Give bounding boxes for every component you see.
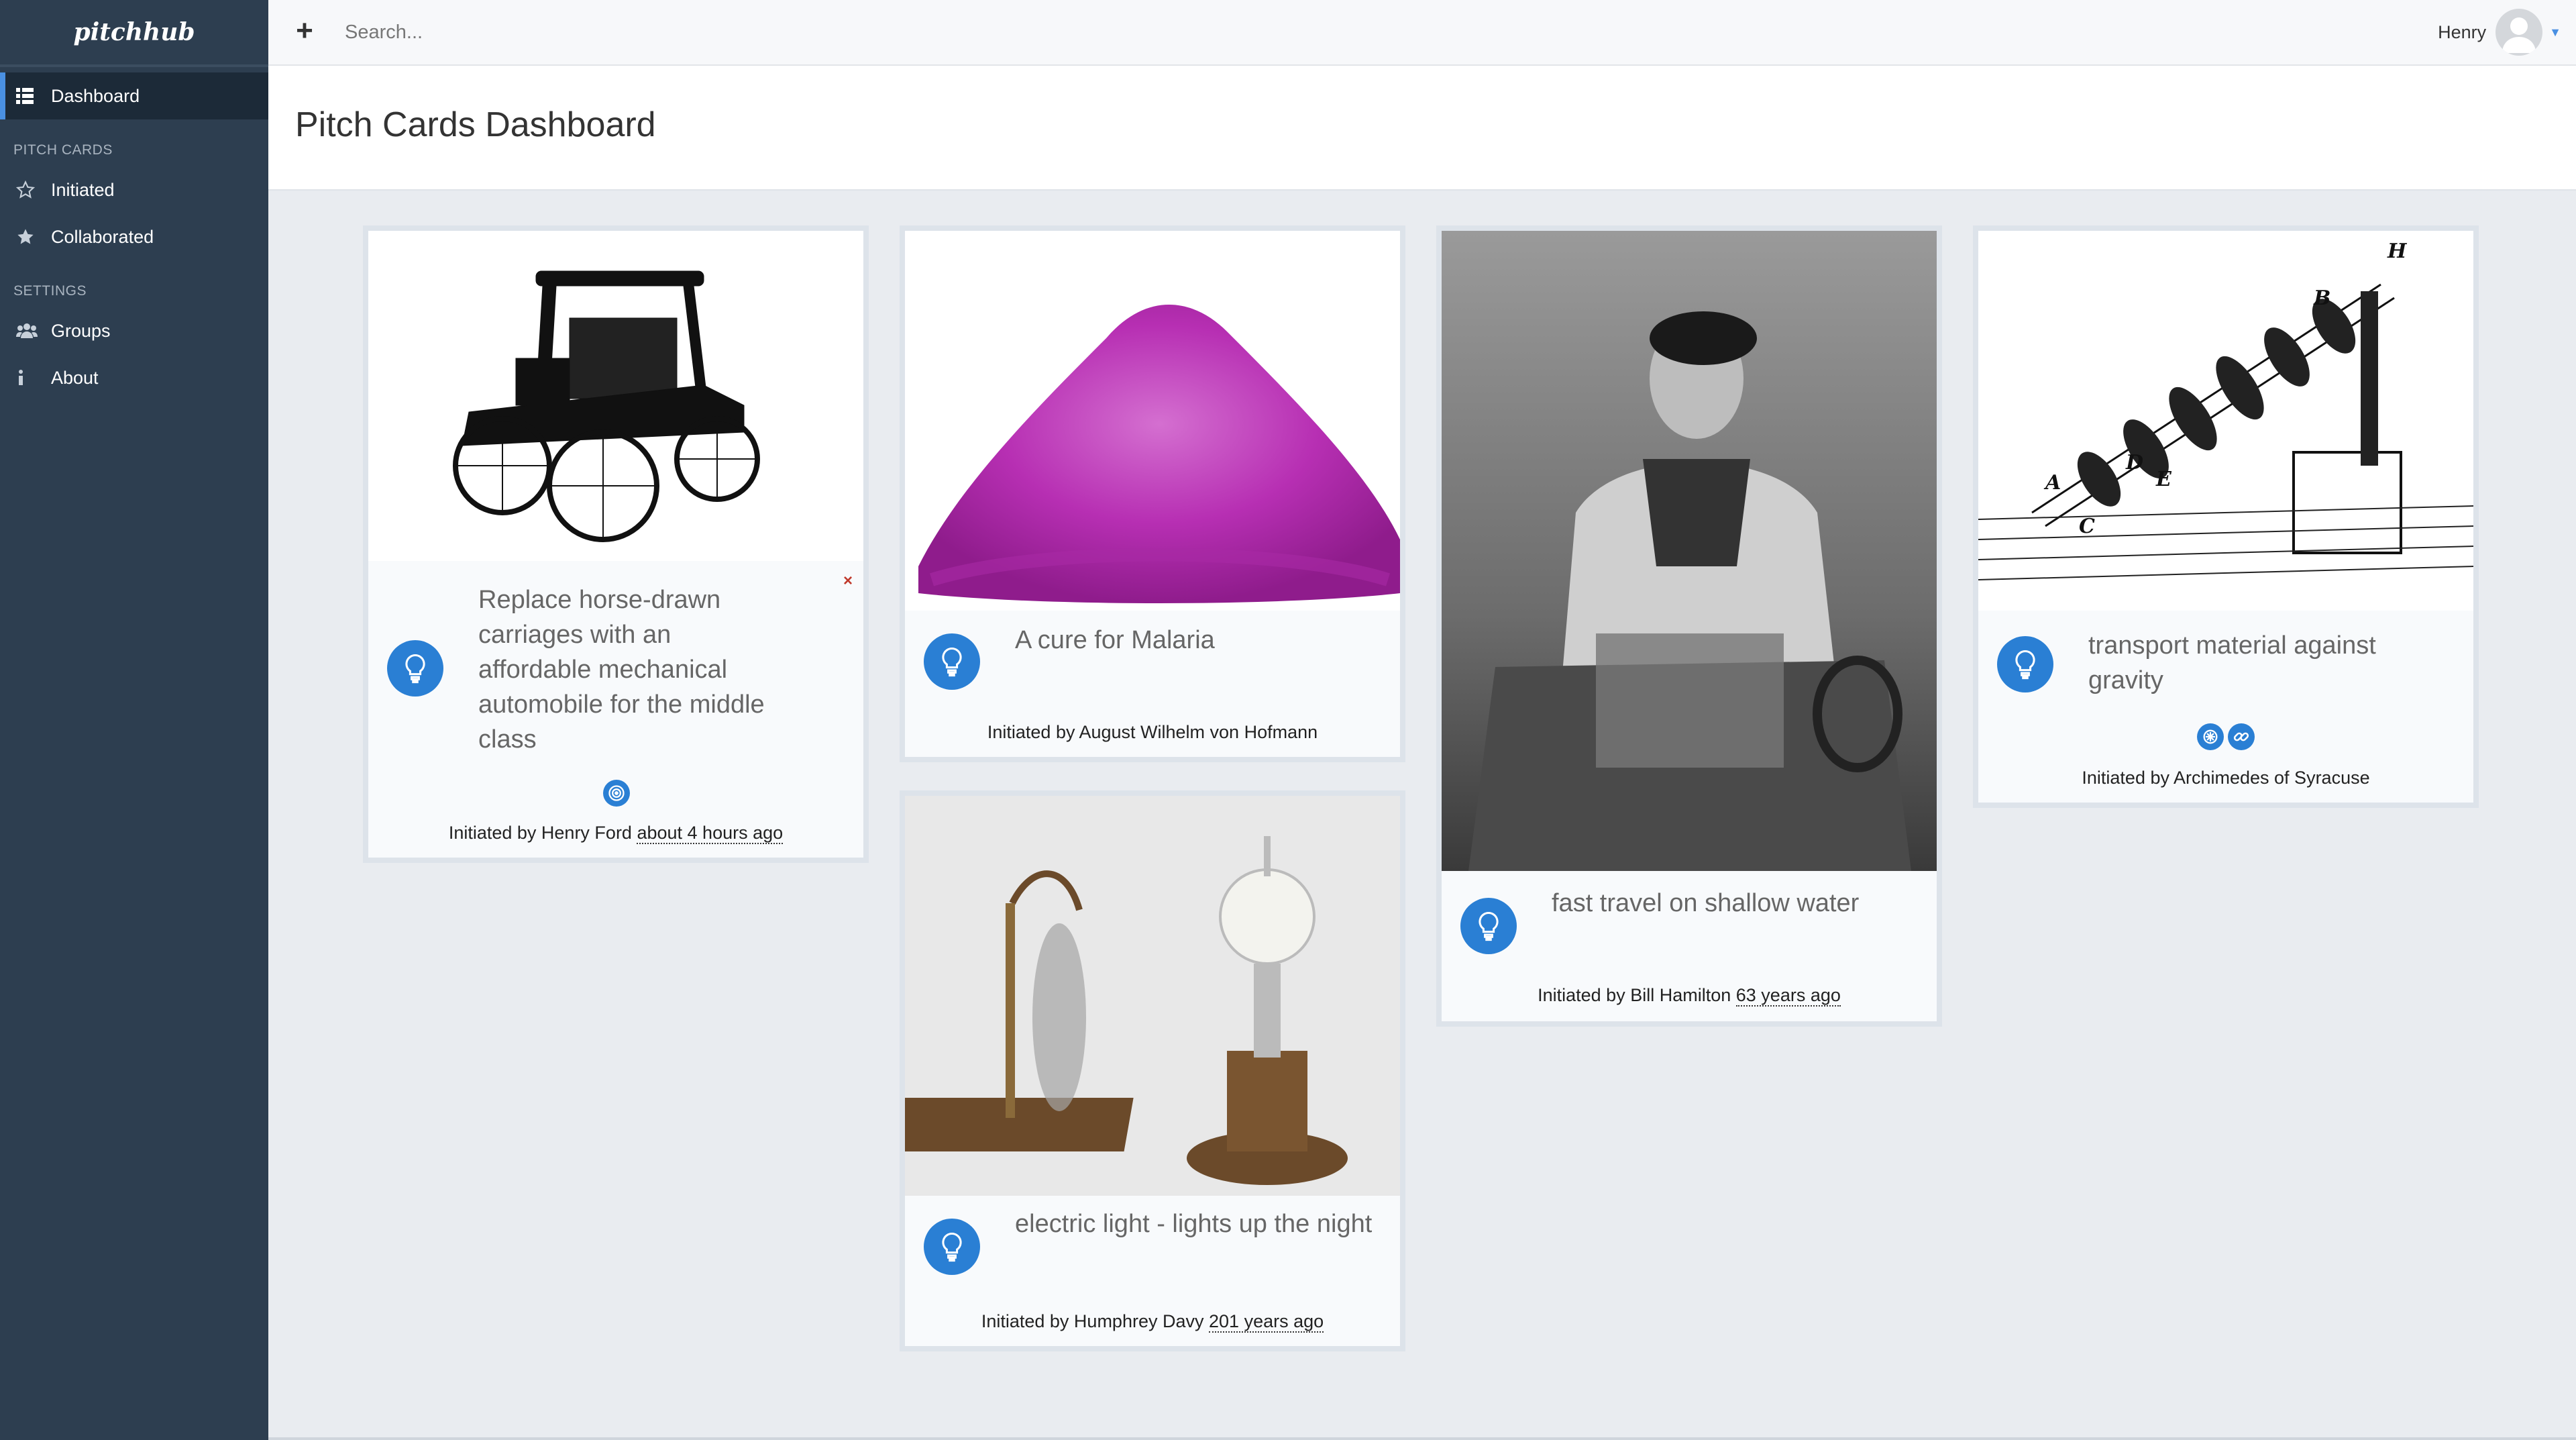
star-outline-icon (16, 181, 51, 199)
top-bar: + Henry ▼ (268, 0, 2576, 66)
pitch-card[interactable]: A DE C B H transport material against gravi… (1973, 225, 2479, 808)
card-title[interactable]: fast travel on shallow water (1552, 886, 1914, 921)
avatar[interactable] (2496, 9, 2543, 56)
pitch-card[interactable]: electric light - lights up the night Ini… (900, 790, 1405, 1351)
initiated-by: Initiated by Bill Hamilton 63 years ago (1538, 985, 1841, 1007)
initiated-by: Initiated by August Wilhelm von Hofmann (987, 722, 1318, 742)
sidebar-item-label: Groups (51, 320, 111, 341)
sidebar: pitchhub Dashboard PITCH CARDS Initiated… (0, 0, 268, 1440)
initiated-by: Initiated by Archimedes of Syracuse (2082, 768, 2370, 788)
magenta-powder-image (905, 231, 1400, 611)
svg-text:B: B (2313, 287, 2330, 310)
user-menu[interactable]: Henry ▼ (2438, 7, 2561, 58)
archimedes-screw-engraving: A DE C B H (1978, 231, 2473, 611)
light-bulb-apparatus-image (905, 796, 1400, 1196)
pitch-card[interactable]: fast travel on shallow water Initiated b… (1436, 225, 1942, 1027)
list-icon (16, 88, 51, 104)
sidebar-item-collaborated[interactable]: Collaborated (0, 213, 268, 260)
svg-text:C: C (2079, 515, 2095, 538)
search-input[interactable] (343, 13, 950, 51)
time-ago-link[interactable]: about 4 hours ago (637, 823, 784, 844)
sidebar-item-label: Initiated (51, 179, 115, 200)
pitch-card[interactable]: A cure for Malaria Initiated by August W… (900, 225, 1405, 762)
card-title[interactable]: electric light - lights up the night (1015, 1206, 1391, 1241)
card-title[interactable]: transport material against gravity (2088, 628, 2451, 698)
card-title[interactable]: Replace horse-drawn carriages with an af… (478, 582, 827, 757)
sidebar-item-groups[interactable]: Groups (0, 307, 268, 354)
sidebar-item-dashboard[interactable]: Dashboard (0, 72, 268, 119)
lightbulb-icon (387, 640, 443, 697)
lightbulb-icon (1997, 636, 2053, 692)
user-name: Henry (2438, 21, 2487, 42)
chevron-down-icon[interactable]: ▼ (2549, 25, 2561, 40)
page-title: Pitch Cards Dashboard (295, 105, 656, 144)
svg-text:E: E (2155, 468, 2172, 491)
lightbulb-icon (1460, 898, 1517, 954)
initiated-by: Initiated by Henry Ford about 4 hours ag… (448, 823, 784, 844)
add-button[interactable]: + (291, 16, 318, 46)
info-icon (16, 369, 51, 387)
pitch-card[interactable]: Replace horse-drawn carriages with an af… (363, 225, 869, 863)
link-tag-icon[interactable] (2228, 723, 2255, 750)
vintage-automobile-image (368, 231, 863, 561)
svg-text:A: A (2043, 471, 2061, 495)
target-icon[interactable] (603, 780, 630, 807)
section-heading-pitch-cards: PITCH CARDS (13, 142, 113, 158)
initiated-by: Initiated by Humphrey Davy 201 years ago (981, 1311, 1324, 1333)
star-icon (16, 227, 51, 246)
sidebar-item-label: Collaborated (51, 226, 154, 247)
time-ago-link[interactable]: 63 years ago (1735, 985, 1841, 1007)
lightbulb-icon (924, 633, 980, 690)
sidebar-item-about[interactable]: About (0, 354, 268, 401)
wheelchair-tag-icon[interactable] (2197, 723, 2224, 750)
bottom-border (268, 1437, 2576, 1440)
card-title[interactable]: A cure for Malaria (1015, 623, 1377, 658)
svg-text:D: D (2125, 451, 2143, 474)
time-ago-link[interactable]: 201 years ago (1209, 1311, 1324, 1333)
sidebar-item-initiated[interactable]: Initiated (0, 166, 268, 213)
delete-icon[interactable]: × (843, 572, 853, 590)
section-heading-settings: SETTINGS (13, 283, 87, 299)
page-header: Pitch Cards Dashboard (268, 66, 2576, 191)
users-icon (16, 322, 51, 340)
lightbulb-icon (924, 1219, 980, 1275)
sidebar-item-label: About (51, 367, 99, 388)
sidebar-item-label: Dashboard (51, 85, 140, 106)
brand-logo[interactable]: pitchhub (0, 0, 268, 64)
svg-text:H: H (2387, 240, 2408, 263)
man-in-boat-photo (1442, 231, 1937, 871)
divider (0, 64, 268, 67)
